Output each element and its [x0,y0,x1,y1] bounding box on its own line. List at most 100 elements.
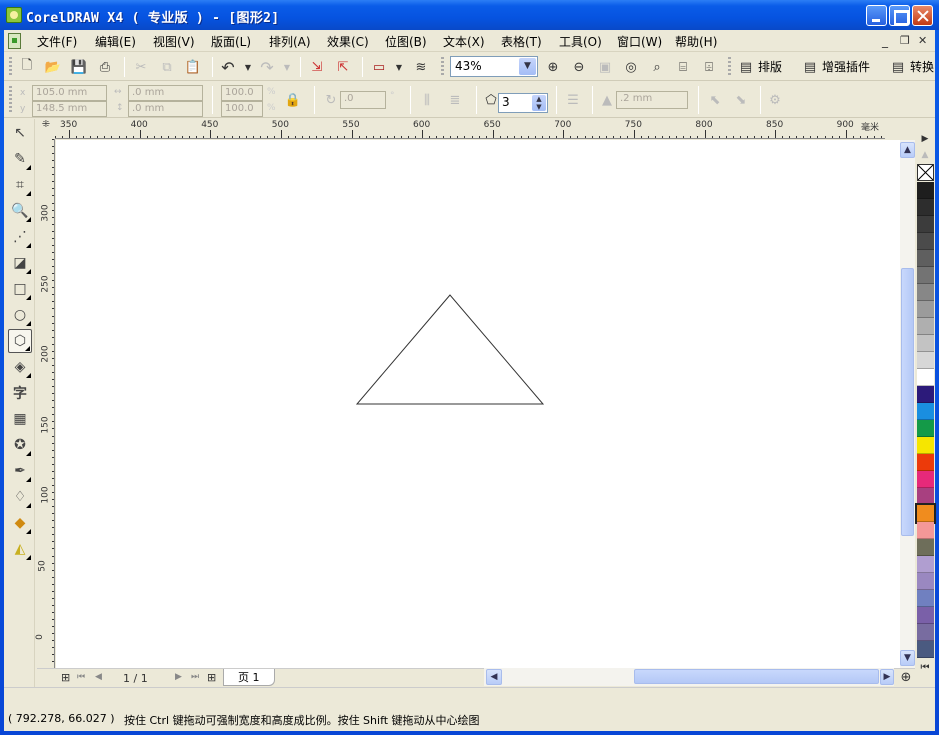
open-icon[interactable]: 📂 [44,58,62,76]
next-page-icon[interactable]: ▶ [175,672,182,682]
color-swatch[interactable] [917,301,934,318]
scroll-up-button[interactable]: ▲ [900,142,915,158]
zoom-in-icon[interactable]: ⊕ [544,58,562,76]
outline-width-select[interactable]: .2 mm [616,91,688,109]
color-swatch[interactable] [917,488,934,505]
color-swatch[interactable] [917,403,934,420]
import-icon[interactable]: ⇲ [308,58,326,76]
first-page-icon[interactable]: ⏮ [77,672,85,682]
zoom-page-icon[interactable]: ⌕ [648,58,666,76]
scroll-right-button[interactable]: ▶ [880,669,894,685]
plugin-layout-icon[interactable]: ▤ [737,58,755,76]
color-swatch[interactable] [917,590,934,607]
text-tool[interactable]: 字 [8,381,32,405]
outline-tool[interactable]: ♢ [8,485,32,509]
minimize-button[interactable] [866,5,887,26]
menu-window[interactable]: 窗口(W) [617,33,662,50]
zoom-navigator-icon[interactable]: ⊕ [897,668,915,686]
smart-fill-tool[interactable]: ◪ [8,251,32,275]
color-swatch[interactable] [917,369,934,386]
doc-minimize-icon[interactable]: _ [882,34,888,48]
menu-view[interactable]: 视图(V) [153,33,195,50]
welcome-screen-icon[interactable]: ≋ [412,58,430,76]
drawing-canvas[interactable] [56,140,902,668]
menu-effects[interactable]: 效果(C) [327,33,369,50]
y-position-field[interactable]: 148.5 mm [32,101,107,117]
prev-page-icon[interactable]: ◀ [95,672,102,682]
app-launcher-dropdown-icon[interactable]: ▼ [390,58,408,76]
coreldraw-app-icon[interactable] [6,7,22,23]
palette-end-icon[interactable]: ⏮ [916,658,934,676]
x-position-field[interactable]: 105.0 mm [32,85,107,101]
redo-dropdown-icon[interactable]: ▼ [278,58,296,76]
triangle-shape[interactable] [355,294,545,405]
spinner-arrows-icon[interactable]: ▲ ▼ [532,95,546,111]
rotation-angle-field[interactable]: .0 [340,91,386,109]
chevron-down-icon[interactable]: ▼ [519,58,536,75]
color-swatch[interactable] [917,454,934,471]
menu-text[interactable]: 文本(X) [443,33,485,50]
plugin-enhance-button[interactable]: 增强插件 [822,58,870,75]
color-swatch[interactable] [917,267,934,284]
color-swatch[interactable] [917,216,934,233]
menu-tools[interactable]: 工具(O) [559,33,602,50]
menu-edit[interactable]: 编辑(E) [95,33,136,50]
toolbar-grip[interactable] [728,57,731,77]
to-front-icon[interactable]: ⬉ [706,91,724,109]
ruler-origin-icon[interactable]: ⁜ [37,119,55,139]
zoom-selected-icon[interactable]: ▣ [596,58,614,76]
scroll-down-button[interactable]: ▼ [900,650,915,666]
menu-help[interactable]: 帮助(H) [675,33,717,50]
color-swatch[interactable] [917,471,934,488]
vertical-scrollbar[interactable]: ▲ ▼ [900,140,915,668]
close-button[interactable] [912,5,933,26]
undo-icon[interactable]: ↶ [219,58,237,77]
doc-restore-icon[interactable]: ❐ [900,34,910,47]
scroll-left-button[interactable]: ◀ [486,669,502,685]
pick-tool[interactable]: ↖ [8,121,32,145]
basic-shapes-tool[interactable]: ◈ [8,355,32,379]
crop-tool[interactable]: ⌗ [8,173,32,197]
color-swatch[interactable] [917,182,934,199]
height-field[interactable]: .0 mm [128,101,203,117]
zoom-out-icon[interactable]: ⊖ [570,58,588,76]
zoom-tool[interactable]: 🔍 [8,199,32,223]
to-back-icon[interactable]: ⬊ [732,91,750,109]
plugin-convert-icon[interactable]: ▤ [889,58,907,76]
maximize-button[interactable] [889,5,910,26]
color-swatch[interactable] [917,573,934,590]
scale-y-field[interactable]: 100.0 [221,101,263,117]
convert-to-curves-icon[interactable]: ⚙ [766,91,784,109]
color-swatch[interactable] [917,641,934,658]
no-color-swatch[interactable] [917,164,934,181]
paste-icon[interactable]: 📋 [184,58,202,76]
mirror-vertical-icon[interactable]: ≣ [446,91,464,109]
width-field[interactable]: .0 mm [128,85,203,101]
plugin-enhance-icon[interactable]: ▤ [801,58,819,76]
menu-table[interactable]: 表格(T) [501,33,542,50]
print-icon[interactable]: ⎙ [96,58,114,76]
color-swatch[interactable] [917,420,934,437]
color-swatch[interactable] [917,335,934,352]
horizontal-scrollbar[interactable]: ◀ ▶ [484,668,894,686]
menu-layout[interactable]: 版面(L) [211,33,251,50]
plugin-convert-button[interactable]: 转换 [910,58,934,75]
add-page-before-icon[interactable]: ⊞ [61,671,70,684]
shape-tool[interactable]: ✎ [8,147,32,171]
color-swatch[interactable] [917,250,934,267]
last-page-icon[interactable]: ⏭ [191,672,199,682]
plugin-layout-button[interactable]: 排版 [758,58,782,75]
horizontal-scroll-thumb[interactable] [634,669,879,684]
color-swatch[interactable] [917,522,934,539]
save-icon[interactable]: 💾 [70,58,88,76]
doc-close-icon[interactable]: ✕ [918,34,927,47]
lock-ratio-icon[interactable]: 🔒 [284,91,302,109]
vertical-scroll-thumb[interactable] [901,268,914,536]
palette-scroll-up-icon[interactable]: ▲ [916,146,934,164]
menu-bitmaps[interactable]: 位图(B) [385,33,427,50]
interactive-blend-tool[interactable]: ✪ [8,433,32,457]
color-swatch[interactable] [915,503,936,524]
new-icon[interactable]: 🗋 [18,58,36,76]
zoom-page-width-icon[interactable]: ⌸ [674,58,692,76]
undo-dropdown-icon[interactable]: ▼ [239,58,257,76]
